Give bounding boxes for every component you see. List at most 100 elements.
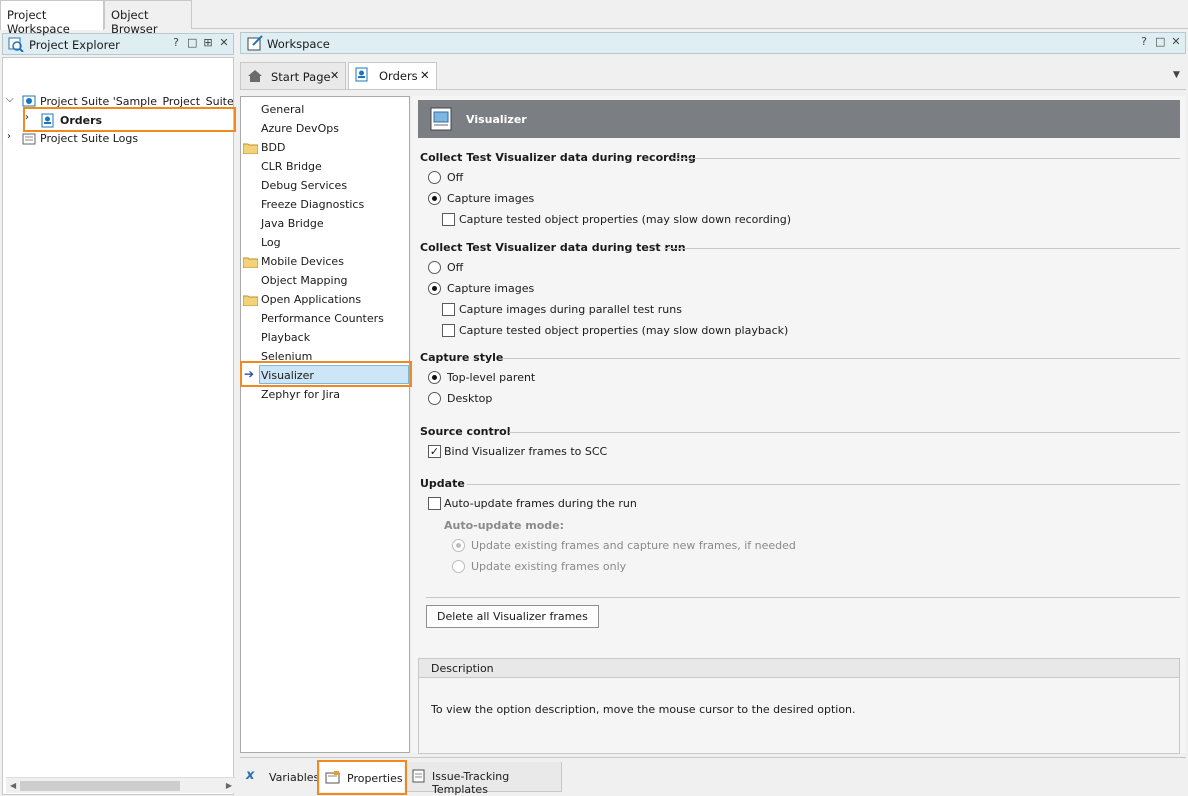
recording-capture-props-checkbox[interactable] <box>442 213 455 226</box>
style-desktop-radio[interactable] <box>428 392 441 405</box>
option-clr-bridge[interactable]: CLR Bridge <box>261 160 322 173</box>
project-explorer-icon <box>8 37 24 52</box>
tab-orders[interactable]: Orders ✕ <box>348 62 437 90</box>
tab-list-dropdown-icon[interactable]: ▼ <box>1173 70 1180 80</box>
run-off-label[interactable]: Off <box>447 261 463 274</box>
chevron-down-icon[interactable]: ⌵ <box>6 94 14 105</box>
tab-variables[interactable]: x Variables <box>242 762 320 792</box>
recording-capture-images-radio[interactable] <box>428 192 441 205</box>
pin-icon[interactable]: ⊞ <box>203 36 213 49</box>
description-text: To view the option description, move the… <box>431 703 856 716</box>
visualizer-header-title: Visualizer <box>466 113 527 126</box>
recording-off-label[interactable]: Off <box>447 171 463 184</box>
recording-capture-props-label[interactable]: Capture tested object properties (may sl… <box>459 213 791 226</box>
section-capture-style-title: Capture style <box>420 351 504 364</box>
mode-existing-new-radio[interactable] <box>452 539 465 552</box>
run-off-radio[interactable] <box>428 261 441 274</box>
folder-icon <box>243 257 258 268</box>
close-icon[interactable]: ✕ <box>219 36 229 49</box>
section-divider <box>426 597 1180 598</box>
option-object-mapping[interactable]: Object Mapping <box>261 274 348 287</box>
bind-scc-label[interactable]: Bind Visualizer frames to SCC <box>444 445 607 458</box>
close-icon[interactable]: ✕ <box>330 69 339 82</box>
tab-project-workspace[interactable]: Project Workspace <box>0 0 104 36</box>
section-recording-title: Collect Test Visualizer data during reco… <box>420 151 696 164</box>
option-zephyr-for-jira[interactable]: Zephyr for Jira <box>261 388 340 401</box>
section-divider <box>467 484 1180 485</box>
horizontal-scrollbar[interactable]: ◀ ▶ <box>6 777 236 793</box>
run-capture-props-checkbox[interactable] <box>442 324 455 337</box>
project-explorer-tree: ⌵ Project Suite 'Sample_Project_Suite' (… <box>2 57 236 795</box>
run-capture-images-radio[interactable] <box>428 282 441 295</box>
close-icon[interactable]: ✕ <box>420 68 430 82</box>
option-log[interactable]: Log <box>261 236 281 249</box>
project-icon <box>355 67 368 82</box>
scroll-thumb[interactable] <box>20 781 180 791</box>
folder-icon <box>243 143 258 154</box>
recording-capture-images-label[interactable]: Capture images <box>447 192 534 205</box>
style-desktop-label[interactable]: Desktop <box>447 392 492 405</box>
tab-strip-divider <box>240 89 1186 90</box>
properties-highlight <box>317 760 407 795</box>
option-java-bridge[interactable]: Java Bridge <box>261 217 324 230</box>
auto-update-checkbox[interactable] <box>428 497 441 510</box>
variables-icon: x <box>246 768 255 783</box>
option-open-applications[interactable]: Open Applications <box>261 293 361 306</box>
section-test-run-title: Collect Test Visualizer data during test… <box>420 241 686 254</box>
bind-scc-checkbox[interactable]: ✓ <box>428 445 441 458</box>
run-capture-parallel-label[interactable]: Capture images during parallel test runs <box>459 303 682 316</box>
tree-item-project-suite-logs[interactable]: › Project Suite Logs <box>3 130 203 149</box>
scroll-right-icon[interactable]: ▶ <box>226 781 232 790</box>
close-icon[interactable]: ✕ <box>1171 35 1181 48</box>
bottom-tab-divider <box>240 757 1186 758</box>
option-playback[interactable]: Playback <box>261 331 310 344</box>
delete-frames-button[interactable]: Delete all Visualizer frames <box>426 605 599 628</box>
help-icon[interactable]: ? <box>171 36 181 49</box>
option-performance-counters[interactable]: Performance Counters <box>261 312 384 325</box>
options-category-list: General Azure DevOps BDD CLR Bridge Debu… <box>240 96 410 753</box>
section-divider <box>509 432 1180 433</box>
run-capture-images-label[interactable]: Capture images <box>447 282 534 295</box>
help-icon[interactable]: ? <box>1139 35 1149 48</box>
issue-template-icon <box>412 769 425 783</box>
tab-object-browser[interactable]: Object Browser <box>104 0 192 36</box>
run-capture-parallel-checkbox[interactable] <box>442 303 455 316</box>
recording-off-radio[interactable] <box>428 171 441 184</box>
orders-highlight <box>23 107 236 132</box>
option-azure-devops[interactable]: Azure DevOps <box>261 122 339 135</box>
project-explorer-title: Project Explorer <box>29 38 120 52</box>
workspace-title-bar: Workspace ? □ ✕ <box>240 32 1186 54</box>
option-mobile-devices[interactable]: Mobile Devices <box>261 255 344 268</box>
option-freeze-diagnostics[interactable]: Freeze Diagnostics <box>261 198 364 211</box>
mode-existing-new-label[interactable]: Update existing frames and capture new f… <box>471 539 796 552</box>
section-divider <box>671 158 1180 159</box>
project-explorer-title-bar: Project Explorer ? □ ⊞ ✕ <box>2 33 234 55</box>
auto-update-mode-label: Auto-update mode: <box>444 519 565 532</box>
workspace-icon <box>247 35 263 51</box>
style-top-level-label[interactable]: Top-level parent <box>447 371 535 384</box>
style-top-level-radio[interactable] <box>428 371 441 384</box>
maximize-icon[interactable]: □ <box>187 36 197 49</box>
home-icon <box>248 70 262 82</box>
auto-update-label[interactable]: Auto-update frames during the run <box>444 497 637 510</box>
mode-existing-only-label[interactable]: Update existing frames only <box>471 560 626 573</box>
visualizer-icon <box>430 107 452 131</box>
tab-variables-label: Variables <box>269 771 320 784</box>
option-general[interactable]: General <box>261 103 304 116</box>
section-divider <box>502 358 1180 359</box>
workspace-title: Workspace <box>267 37 330 51</box>
section-update-title: Update <box>420 477 465 490</box>
tab-issue-tracking-label: Issue-Tracking Templates <box>432 770 510 796</box>
scroll-left-icon[interactable]: ◀ <box>10 781 16 790</box>
option-debug-services[interactable]: Debug Services <box>261 179 347 192</box>
section-divider <box>664 248 1180 249</box>
option-bdd[interactable]: BDD <box>261 141 286 154</box>
run-capture-props-label[interactable]: Capture tested object properties (may sl… <box>459 324 788 337</box>
maximize-icon[interactable]: □ <box>1155 35 1165 48</box>
chevron-right-icon[interactable]: › <box>7 131 11 142</box>
mode-existing-only-radio[interactable] <box>452 560 465 573</box>
visualizer-options-panel: Visualizer Collect Test Visualizer data … <box>412 96 1186 754</box>
tab-issue-tracking-templates[interactable]: Issue-Tracking Templates <box>406 762 562 796</box>
tab-start-page-label: Start Page <box>271 70 331 84</box>
tab-start-page[interactable]: Start Page ✕ <box>240 62 346 89</box>
